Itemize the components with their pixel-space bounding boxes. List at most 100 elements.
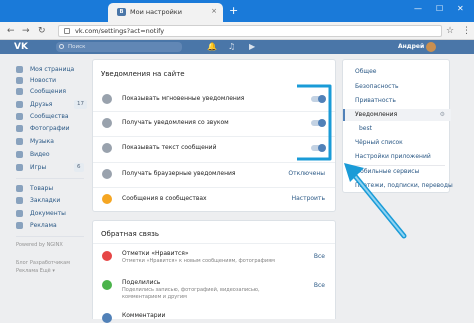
feedback-value-link[interactable]: Все (314, 282, 325, 289)
menu-item-bookmarks[interactable]: Закладки (16, 195, 88, 206)
feedback-card: Обратная связь Отметки «Нравится» Отметк… (92, 220, 336, 323)
minimize-button[interactable]: — (414, 4, 422, 14)
feedback-subtitle: Отметки «Нравится» к новым сообщениям, ф… (122, 258, 275, 264)
url-input[interactable]: vk.com/settings?act=notify (58, 25, 442, 37)
setting-label: Показывать текст сообщений (122, 144, 217, 151)
setting-row-sound[interactable]: Получать уведомления со звуком (93, 111, 335, 134)
instant-notifications-toggle[interactable] (311, 95, 326, 103)
close-tab-icon[interactable]: × (211, 7, 217, 15)
nav-notifications[interactable]: Уведомления ⚙ (343, 109, 451, 121)
community-configure-link[interactable]: Настроить (292, 195, 325, 202)
bell-icon[interactable]: 🔔 (207, 41, 217, 53)
menu-label: Игры (30, 164, 47, 171)
url-text: vk.com/settings?act=notify (75, 27, 165, 35)
setting-label: Получать уведомления со звуком (122, 119, 229, 126)
setting-label: Показывать мгновенные уведомления (122, 95, 245, 102)
vk-favicon-icon: B (117, 8, 126, 16)
nav-privacy[interactable]: Приватность (343, 95, 451, 107)
reload-button[interactable]: ↻ (38, 25, 46, 37)
menu-item-groups[interactable]: Сообщества (16, 111, 88, 122)
vk-logo[interactable]: VK (14, 41, 44, 53)
menu-label: Моя страница (30, 66, 75, 73)
browser-bell-icon (102, 169, 112, 179)
friends-count-badge: 17 (74, 100, 87, 109)
menu-item-documents[interactable]: Документы (16, 208, 88, 219)
menu-item-video[interactable]: Видео (16, 149, 88, 160)
music-icon[interactable]: ♫ (228, 41, 235, 53)
new-tab-button[interactable]: + (229, 5, 238, 16)
footer-links-more[interactable]: Реклама Ещё ▾ (16, 268, 55, 275)
powered-by-text: Powered by NGINX (16, 242, 63, 248)
search-input[interactable]: Поиск (56, 42, 182, 52)
menu-label: Товары (30, 185, 54, 192)
menu-item-music[interactable]: Музыка (16, 136, 88, 147)
bookmark-star-icon[interactable]: ☆ (446, 25, 454, 37)
forward-button[interactable]: → (22, 25, 30, 37)
menu-item-friends[interactable]: Друзья 17 (16, 99, 88, 110)
browser-menu-icon[interactable]: ⋮ (462, 25, 471, 37)
home-icon (16, 66, 23, 73)
card-title: Обратная связь (101, 230, 159, 238)
browser-notifications-link[interactable]: Отключены (288, 170, 325, 177)
nav-general[interactable]: Общее (343, 66, 451, 78)
tab-title: Мои настройки (130, 8, 182, 16)
menu-label: Фотографии (30, 125, 70, 132)
close-window-button[interactable]: ✕ (457, 4, 464, 14)
setting-row-instant[interactable]: Показывать мгновенные уведомления (93, 88, 335, 111)
menu-item-ads[interactable]: Реклама (16, 220, 88, 231)
maximize-button[interactable]: ☐ (436, 4, 443, 14)
settings-nav: Общее Безопасность Приватность Уведомлен… (342, 59, 453, 193)
setting-row-browser[interactable]: Получать браузерные уведомления Отключен… (93, 162, 335, 185)
message-text-toggle[interactable] (311, 144, 326, 152)
back-button[interactable]: ← (7, 25, 15, 37)
heart-icon (102, 251, 112, 261)
setting-label: Сообщения в сообществах (122, 195, 207, 202)
nav-payments[interactable]: Платежи, подписки, переводы (343, 180, 453, 192)
video-icon (16, 151, 23, 158)
menu-item-my-page[interactable]: Моя страница (16, 64, 88, 75)
feedback-row-likes[interactable]: Отметки «Нравится» Отметки «Нравится» к … (93, 248, 335, 268)
nav-sub-best[interactable]: best (343, 123, 451, 135)
play-icon[interactable]: ▶ (249, 41, 255, 53)
gear-icon[interactable]: ⚙ (440, 109, 445, 121)
market-icon (16, 185, 23, 192)
nav-mobile-services[interactable]: Мобильные сервисы (343, 166, 451, 178)
comment-icon (102, 313, 112, 323)
menu-label: Реклама (30, 222, 57, 229)
nav-security[interactable]: Безопасность (343, 81, 451, 93)
sound-toggle[interactable] (311, 119, 326, 127)
site-notifications-card: Уведомления на сайте Показывать мгновенн… (92, 59, 336, 212)
nav-blacklist[interactable]: Чёрный список (343, 137, 451, 149)
feedback-row-shares[interactable]: Поделились Поделились записью, фотографи… (93, 277, 335, 303)
setting-label: Получать браузерные уведомления (122, 170, 236, 177)
groups-icon (16, 113, 23, 120)
menu-label: Друзья (30, 101, 53, 108)
photos-icon (16, 125, 23, 132)
community-icon (102, 194, 112, 204)
friends-icon (16, 101, 23, 108)
ads-icon (16, 222, 23, 229)
browser-tab[interactable]: B Мои настройки × (108, 3, 223, 22)
menu-item-games[interactable]: Игры 6 (16, 162, 88, 173)
menu-item-photos[interactable]: Фотографии (16, 123, 88, 134)
footer-links[interactable]: Блог Разработчикам (16, 260, 70, 267)
toggle-knob (318, 144, 326, 152)
music-icon (16, 138, 23, 145)
setting-row-message-text[interactable]: Показывать текст сообщений (93, 136, 335, 159)
feedback-title: Отметки «Нравится» (122, 250, 189, 257)
menu-item-news[interactable]: Новости (16, 75, 88, 86)
feedback-title: Поделились (122, 279, 161, 286)
games-count-badge: 6 (74, 163, 84, 172)
user-name[interactable]: Андрей (398, 40, 424, 54)
avatar[interactable] (426, 42, 436, 52)
nav-app-settings[interactable]: Настройки приложений (343, 151, 451, 163)
bookmarks-icon (16, 197, 23, 204)
bell-icon (102, 94, 112, 104)
setting-row-community[interactable]: Сообщения в сообществах Настроить (93, 187, 335, 210)
feedback-value-link[interactable]: Все (314, 253, 325, 260)
share-icon (102, 280, 112, 290)
menu-item-market[interactable]: Товары (16, 183, 88, 194)
menu-item-messages[interactable]: Сообщения (16, 86, 88, 97)
address-bar-row: ← → ↻ vk.com/settings?act=notify ☆ ⋮ (0, 22, 474, 40)
feedback-subtitle-2: комментарием и другим (122, 294, 187, 300)
